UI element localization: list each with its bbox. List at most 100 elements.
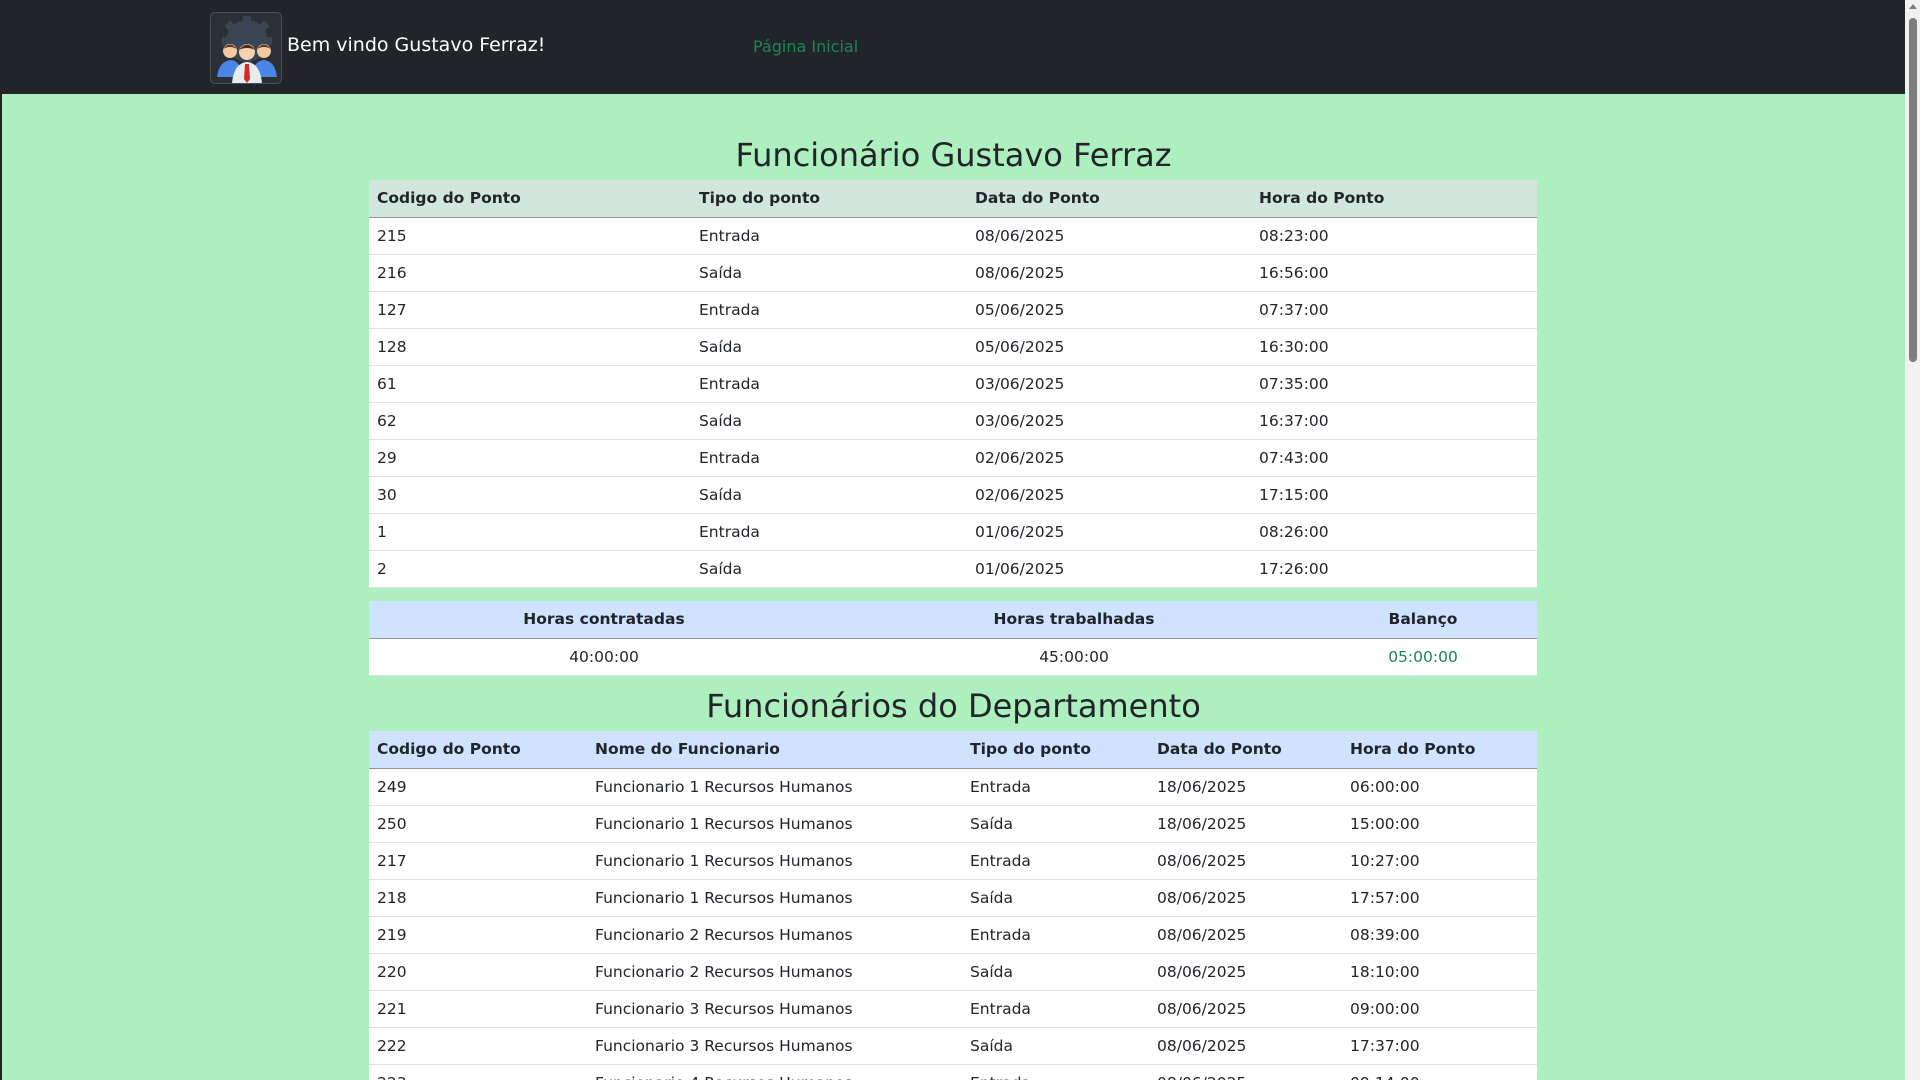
table-row: 222 Funcionario 3 Recursos Humanos Saída 08… [369, 1027, 1537, 1065]
cell-code: 216 [369, 254, 691, 292]
cell-code: 222 [369, 1027, 587, 1065]
table-row: 1 Entrada 01/06/2025 08:26:00 [369, 513, 1537, 551]
cell-time: 16:56:00 [1251, 254, 1537, 292]
table-row: 62 Saída 03/06/2025 16:37:00 [369, 402, 1537, 440]
table-row: 128 Saída 05/06/2025 16:30:00 [369, 328, 1537, 366]
cell-date: 02/06/2025 [967, 439, 1251, 477]
cell-code: 61 [369, 365, 691, 403]
department-title: Funcionários do Departamento [706, 687, 1201, 725]
column-header: Balanço [1309, 601, 1537, 639]
cell-code: 223 [369, 1064, 587, 1080]
team-users-gear-icon[interactable] [210, 12, 282, 84]
top-navbar: Bem vindo Gustavo Ferraz! Página Inicial [0, 0, 1905, 94]
cell-code: 218 [369, 879, 587, 917]
cell-time: 16:37:00 [1251, 402, 1537, 440]
cell-name: Funcionario 3 Recursos Humanos [587, 1027, 962, 1065]
cell-date: 08/06/2025 [1149, 916, 1342, 954]
column-header: Tipo do ponto [691, 180, 967, 218]
table-row: 40:00:00 45:00:00 05:00:00 [369, 638, 1537, 676]
column-header: Nome do Funcionario [587, 731, 962, 769]
table-header-row: Codigo do Ponto Nome do Funcionario Tipo… [369, 731, 1537, 769]
cell-time: 07:35:00 [1251, 365, 1537, 403]
cell-date: 18/06/2025 [1149, 768, 1342, 806]
cell-name: Funcionario 2 Recursos Humanos [587, 916, 962, 954]
cell-type: Saída [962, 879, 1149, 917]
employee-points-table: Codigo do Ponto Tipo do ponto Data do Po… [369, 180, 1537, 588]
cell-type: Entrada [691, 365, 967, 403]
cell-date: 08/06/2025 [1149, 953, 1342, 991]
table-row: 2 Saída 01/06/2025 17:26:00 [369, 550, 1537, 588]
cell-code: 250 [369, 805, 587, 843]
cell-code: 1 [369, 513, 691, 551]
cell-type: Entrada [962, 842, 1149, 880]
cell-type: Entrada [962, 768, 1149, 806]
cell-time: 07:37:00 [1251, 291, 1537, 329]
table-row: 219 Funcionario 2 Recursos Humanos Entrada… [369, 916, 1537, 954]
cell-date: 08/06/2025 [967, 254, 1251, 292]
cell-type: Entrada [691, 439, 967, 477]
table-row: 221 Funcionario 3 Recursos Humanos Entrada… [369, 990, 1537, 1028]
table-header-row: Horas contratadas Horas trabalhadas Bala… [369, 601, 1537, 639]
cell-name: Funcionario 1 Recursos Humanos [587, 768, 962, 806]
cell-type: Entrada [962, 990, 1149, 1028]
cell-time: 09:14:00 [1342, 1064, 1537, 1080]
cell-type: Saída [962, 1027, 1149, 1065]
cell-name: Funcionario 1 Recursos Humanos [587, 842, 962, 880]
cell-time: 10:27:00 [1342, 842, 1537, 880]
cell-date: 08/06/2025 [967, 217, 1251, 255]
table-row: 61 Entrada 03/06/2025 07:35:00 [369, 365, 1537, 403]
page-content: Funcionário Gustavo Ferraz Codigo do Pon… [2, 94, 1905, 1080]
column-header: Codigo do Ponto [369, 731, 587, 769]
contracted-hours: 40:00:00 [369, 638, 839, 676]
cell-type: Entrada [962, 1064, 1149, 1080]
cell-time: 17:57:00 [1342, 879, 1537, 917]
cell-date: 08/06/2025 [1149, 1064, 1342, 1080]
cell-time: 06:00:00 [1342, 768, 1537, 806]
table-row: 250 Funcionario 1 Recursos Humanos Saída 18… [369, 805, 1537, 843]
table-row: 29 Entrada 02/06/2025 07:43:00 [369, 439, 1537, 477]
cell-date: 05/06/2025 [967, 328, 1251, 366]
cell-code: 215 [369, 217, 691, 255]
hours-balance-table: Horas contratadas Horas trabalhadas Bala… [369, 601, 1537, 676]
table-row: 215 Entrada 08/06/2025 08:23:00 [369, 217, 1537, 255]
cell-date: 08/06/2025 [1149, 990, 1342, 1028]
welcome-text: Bem vindo Gustavo Ferraz! [287, 34, 546, 56]
column-header: Data do Ponto [1149, 731, 1342, 769]
table-row: 220 Funcionario 2 Recursos Humanos Saída 08… [369, 953, 1537, 991]
cell-time: 16:30:00 [1251, 328, 1537, 366]
cell-code: 62 [369, 402, 691, 440]
cell-type: Saída [691, 550, 967, 588]
cell-time: 17:26:00 [1251, 550, 1537, 588]
home-link[interactable]: Página Inicial [753, 37, 858, 56]
department-points-table: Codigo do Ponto Nome do Funcionario Tipo… [369, 731, 1537, 1080]
cell-time: 07:43:00 [1251, 439, 1537, 477]
scroll-up-arrow-icon[interactable] [1909, 4, 1917, 9]
cell-date: 05/06/2025 [967, 291, 1251, 329]
cell-type: Saída [691, 476, 967, 514]
hours-balance: 05:00:00 [1309, 638, 1537, 676]
column-header: Tipo do ponto [962, 731, 1149, 769]
column-header: Horas contratadas [369, 601, 839, 639]
cell-code: 29 [369, 439, 691, 477]
column-header: Hora do Ponto [1342, 731, 1537, 769]
cell-code: 219 [369, 916, 587, 954]
cell-type: Entrada [691, 217, 967, 255]
cell-type: Entrada [691, 291, 967, 329]
table-row: 30 Saída 02/06/2025 17:15:00 [369, 476, 1537, 514]
cell-time: 15:00:00 [1342, 805, 1537, 843]
cell-type: Entrada [691, 513, 967, 551]
scrollbar-thumb[interactable] [1909, 18, 1917, 362]
column-header: Horas trabalhadas [839, 601, 1309, 639]
table-row: 249 Funcionario 1 Recursos Humanos Entrada… [369, 768, 1537, 806]
table-row: 217 Funcionario 1 Recursos Humanos Entrada… [369, 842, 1537, 880]
table-row: 223Funcionario 4 Recursos HumanosEntrada… [369, 1064, 1537, 1080]
cell-code: 217 [369, 842, 587, 880]
column-header: Data do Ponto [967, 180, 1251, 218]
page-scrollbar[interactable] [1905, 0, 1920, 1080]
cell-name: Funcionario 3 Recursos Humanos [587, 990, 962, 1028]
cell-name: Funcionario 1 Recursos Humanos [587, 805, 962, 843]
cell-type: Saída [962, 953, 1149, 991]
cell-date: 08/06/2025 [1149, 1027, 1342, 1065]
cell-type: Saída [691, 254, 967, 292]
cell-time: 09:00:00 [1342, 990, 1537, 1028]
